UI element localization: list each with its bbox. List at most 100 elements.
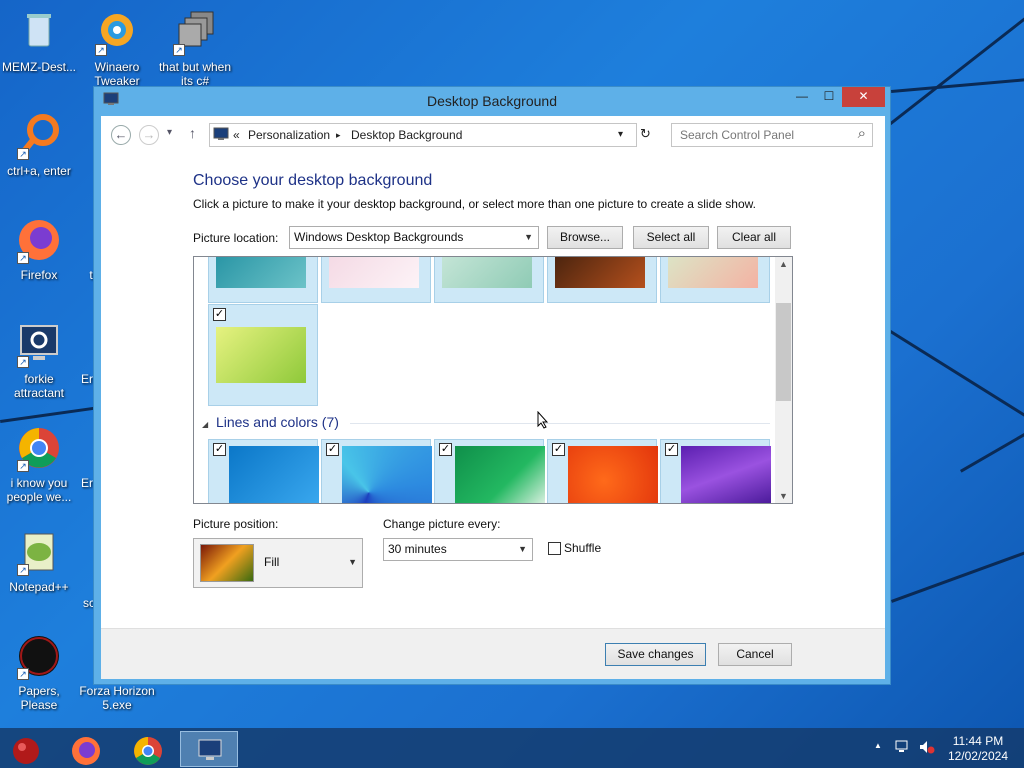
taskbar-control-panel-icon[interactable]: [180, 731, 238, 767]
wallpaper-line: [891, 548, 1024, 603]
clear-all-button[interactable]: Clear all: [717, 226, 791, 249]
search-icon[interactable]: ⌕: [858, 125, 866, 142]
desktop-icon-notepadpp[interactable]: ↗ Notepad++: [0, 528, 78, 594]
clock-date: 12/02/2024: [947, 749, 1008, 763]
picture-location-select[interactable]: Windows Desktop Backgrounds ▼: [289, 226, 539, 249]
wallpaper-thumbnail: [216, 257, 306, 288]
refresh-icon[interactable]: ↻: [640, 126, 651, 142]
wallpaper-checkbox[interactable]: ✓: [439, 443, 452, 456]
window-client: ← → ▾ ↑ « Personalization ▸ Desktop Back…: [101, 116, 885, 679]
breadcrumb-desktop-background[interactable]: Desktop Background: [351, 128, 462, 142]
desktop-icon-forza[interactable]: Forza Horizon 5.exe: [78, 684, 156, 712]
chevron-down-icon: ▼: [518, 544, 527, 554]
breadcrumb-separator[interactable]: ▸: [336, 130, 341, 141]
wallpaper-line: [960, 410, 1024, 473]
desktop-icon-label: forkie attractant: [13, 372, 65, 400]
wallpaper-tile[interactable]: ✓: [660, 439, 771, 503]
system-clock[interactable]: 11:44 PM 12/02/2024: [948, 734, 1008, 764]
forward-button[interactable]: →: [139, 125, 159, 145]
up-button[interactable]: ↑: [189, 125, 196, 141]
select-all-button[interactable]: Select all: [633, 226, 709, 249]
close-button[interactable]: ✕: [842, 87, 885, 107]
wallpaper-tile[interactable]: [660, 257, 770, 303]
shortcut-arrow-icon: ↗: [17, 668, 29, 680]
shuffle-label[interactable]: Shuffle: [564, 541, 601, 555]
taskbar-chrome-icon[interactable]: [122, 731, 174, 767]
scroll-down-arrow[interactable]: ▼: [779, 491, 788, 501]
shuffle-checkbox[interactable]: [548, 542, 561, 555]
search-input[interactable]: Search Control Panel: [680, 128, 794, 142]
volume-muted-icon[interactable]: [919, 740, 935, 754]
start-button[interactable]: [0, 731, 52, 767]
wallpaper-tile[interactable]: [208, 257, 318, 303]
wallpaper-checkbox[interactable]: ✓: [665, 443, 678, 456]
desktop-icon-papers-please[interactable]: ↗ Papers, Please: [0, 632, 78, 712]
shortcut-arrow-icon: ↗: [17, 460, 29, 472]
wallpaper-checkbox[interactable]: ✓: [213, 443, 226, 456]
wallpaper-thumbnail: [329, 257, 419, 288]
address-overflow-chevrons[interactable]: «: [233, 128, 240, 142]
taskbar-firefox-icon[interactable]: [60, 731, 112, 767]
control-panel-icon: [213, 127, 229, 141]
recent-pages-dropdown[interactable]: ▾: [167, 127, 172, 138]
picture-position-value: Fill: [264, 555, 280, 569]
wallpaper-thumbnail: [568, 446, 658, 503]
window-title: Desktop Background: [427, 93, 557, 109]
desktop-icon-label: Papers, Please: [18, 684, 60, 712]
back-button[interactable]: ←: [111, 125, 131, 145]
minimize-button[interactable]: —: [788, 87, 816, 107]
desktop-icon-label: that but when its c#: [158, 60, 232, 88]
wallpaper-tile[interactable]: [434, 257, 544, 303]
chevron-down-icon: ▼: [524, 232, 533, 242]
wallpaper-tile[interactable]: ✓: [547, 439, 658, 503]
desktop-icon-that-but-when[interactable]: ↗ that but when its c#: [156, 8, 234, 88]
picture-location-label: Picture location:: [193, 231, 279, 245]
section-label: Lines and colors (7): [215, 414, 339, 430]
desktop-icon-chrome[interactable]: ↗ i know you people we...: [0, 424, 78, 504]
section-header-lines-and-colors[interactable]: ◢ Lines and colors (7): [202, 414, 339, 430]
desktop-background-window: Desktop Background — ☐ ✕ ← → ▾ ↑ « Perso…: [93, 86, 891, 685]
network-icon[interactable]: [895, 740, 911, 754]
breadcrumb-personalization[interactable]: Personalization: [248, 128, 330, 142]
shortcut-arrow-icon: ↗: [17, 356, 29, 368]
wallpaper-checkbox[interactable]: ✓: [326, 443, 339, 456]
browse-button[interactable]: Browse...: [547, 226, 623, 249]
partial-desktop-label: Er: [81, 476, 93, 490]
scroll-up-arrow[interactable]: ▲: [779, 259, 788, 269]
change-picture-every-label: Change picture every:: [383, 517, 501, 531]
save-changes-button[interactable]: Save changes: [605, 643, 706, 666]
scrollbar-thumb[interactable]: [776, 303, 791, 401]
winaero-icon: ↗: [93, 8, 141, 56]
desktop-icon-label: Winaero Tweaker: [94, 60, 140, 88]
wallpaper-tile[interactable]: ✓: [434, 439, 545, 503]
change-picture-interval-select[interactable]: 30 minutes ▼: [383, 538, 533, 561]
shortcut-arrow-icon: ↗: [173, 44, 185, 56]
desktop-icon-memz[interactable]: MEMZ-Dest...: [0, 8, 78, 74]
collapse-triangle-icon[interactable]: ◢: [202, 420, 208, 429]
address-bar[interactable]: « Personalization ▸ Desktop Background ▾…: [209, 123, 651, 147]
wallpaper-tile[interactable]: ✓: [208, 439, 319, 503]
wallpaper-checkbox[interactable]: ✓: [552, 443, 565, 456]
desktop-icon-winaero[interactable]: ↗ Winaero Tweaker: [78, 8, 156, 88]
vertical-scrollbar[interactable]: ▲ ▼: [775, 257, 792, 503]
search-box[interactable]: Search Control Panel ⌕: [671, 123, 873, 147]
wallpaper-thumbnail: [229, 446, 319, 503]
wallpaper-tile[interactable]: [547, 257, 657, 303]
wallpaper-thumbnail: [455, 446, 545, 503]
page-title: Choose your desktop background: [193, 172, 433, 189]
wallpaper-thumbnail: [668, 257, 758, 288]
title-bar[interactable]: Desktop Background — ☐ ✕: [94, 87, 890, 116]
desktop-icon-firefox[interactable]: ↗ Firefox: [0, 216, 78, 282]
wallpaper-tile[interactable]: [321, 257, 431, 303]
cancel-button[interactable]: Cancel: [718, 643, 792, 666]
wallpaper-tile[interactable]: ✓: [208, 304, 318, 406]
maximize-button[interactable]: ☐: [816, 87, 842, 107]
desktop-icon-ctrl-a[interactable]: ↗ ctrl+a, enter: [0, 112, 78, 178]
wallpaper-tile[interactable]: ✓: [321, 439, 432, 503]
wallpaper-checkbox[interactable]: ✓: [213, 308, 226, 321]
address-dropdown-icon[interactable]: ▾: [618, 129, 623, 140]
picture-location-value: Windows Desktop Backgrounds: [294, 230, 464, 244]
desktop-icon-forkie[interactable]: ↗ forkie attractant: [0, 320, 78, 400]
picture-position-select[interactable]: Fill ▼: [193, 538, 363, 588]
show-hidden-icons-button[interactable]: ▲: [874, 741, 882, 750]
